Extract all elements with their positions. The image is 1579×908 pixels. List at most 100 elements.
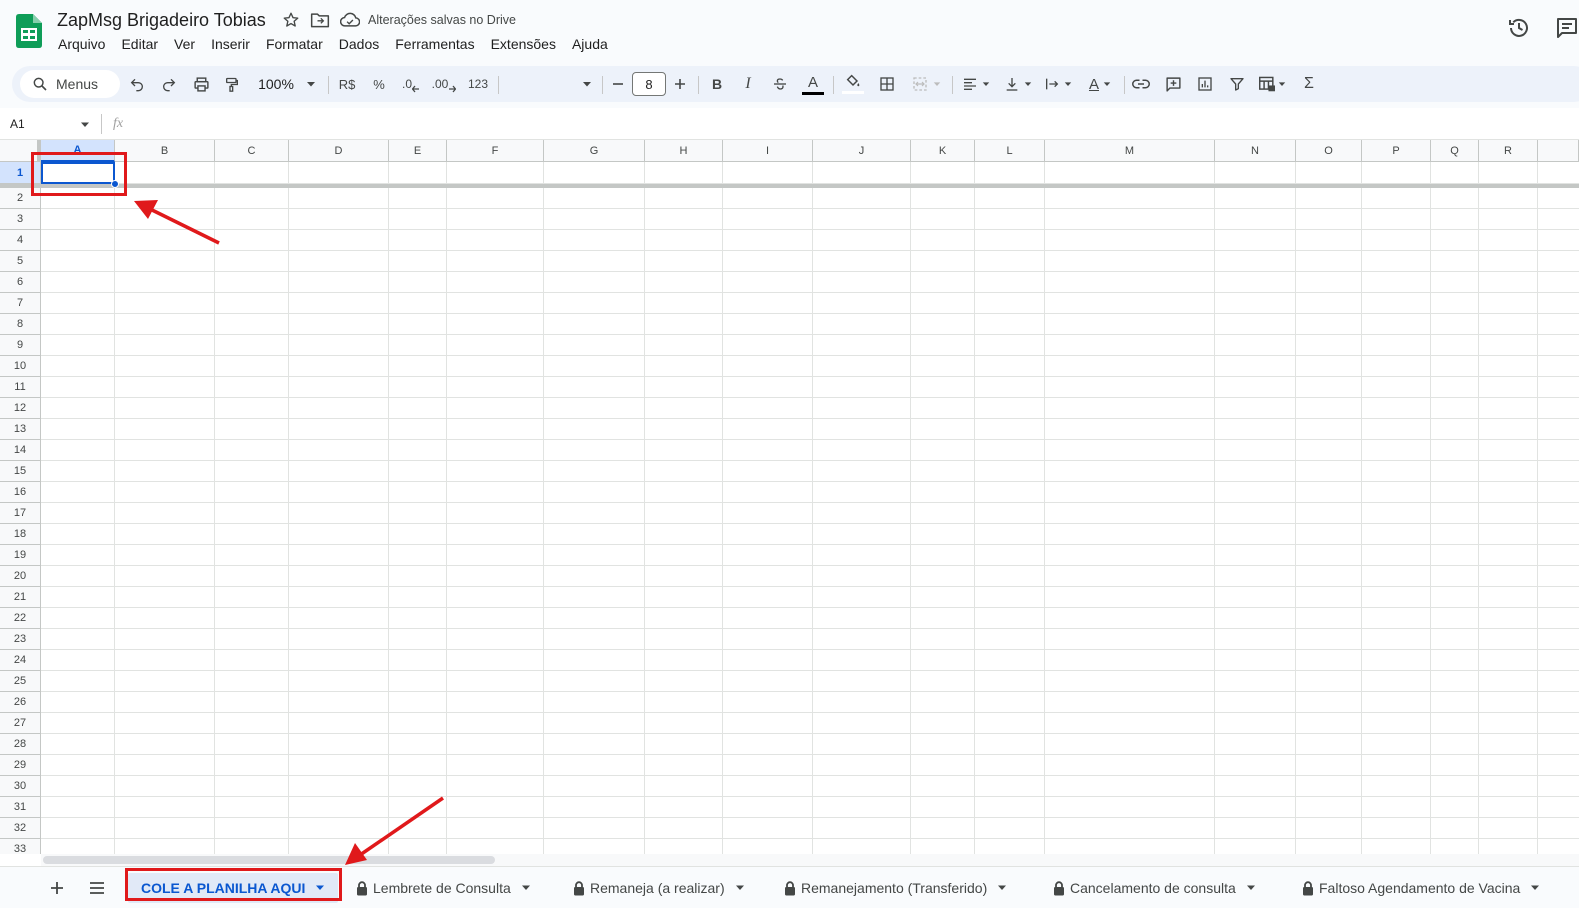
menu-item-inserir[interactable]: Inserir [203,36,258,52]
percent-format-button[interactable]: % [368,66,390,102]
row-header-18[interactable]: 18 [0,524,41,545]
insert-comment-button[interactable] [1162,66,1184,102]
column-header-m[interactable]: M [1045,140,1215,162]
move-folder-icon[interactable] [310,11,330,29]
frozen-row-divider[interactable] [0,184,1579,188]
column-header-q[interactable]: Q [1431,140,1479,162]
print-button[interactable] [190,66,212,102]
filter-views-button[interactable] [1254,66,1290,102]
row-header-31[interactable]: 31 [0,797,41,818]
spreadsheet-grid[interactable]: A B C D E F G H I J K L M N O P Q R 1 2 3 4 5 6 7 8 9 10 11 12 13 14 15 1… [0,140,1579,854]
column-header-l[interactable]: L [975,140,1045,162]
menu-item-extensoes[interactable]: Extensões [483,36,564,52]
redo-button[interactable] [158,66,180,102]
column-header-r[interactable]: R [1479,140,1538,162]
column-header-d[interactable]: D [289,140,389,162]
chevron-down-icon[interactable] [735,884,745,892]
sheets-logo-icon[interactable] [16,14,42,48]
row-header-26[interactable]: 26 [0,692,41,713]
sheet-tab-2[interactable]: Lembrete de Consulta [356,873,552,903]
row-header-16[interactable]: 16 [0,482,41,503]
all-sheets-button[interactable] [86,877,108,899]
row-header-19[interactable]: 19 [0,545,41,566]
decrease-decimal-button[interactable]: .0 [398,66,424,102]
row-header-21[interactable]: 21 [0,587,41,608]
row-header-24[interactable]: 24 [0,650,41,671]
document-title[interactable]: ZapMsg Brigadeiro Tobias [57,10,266,31]
fill-color-button[interactable] [841,66,865,102]
horizontal-scrollbar[interactable] [41,854,1579,866]
row-header-9[interactable]: 9 [0,335,41,356]
row-header-7[interactable]: 7 [0,293,41,314]
menu-item-ajuda[interactable]: Ajuda [564,36,616,52]
row-header-32[interactable]: 32 [0,818,41,839]
chevron-down-icon[interactable] [521,884,531,892]
menu-item-dados[interactable]: Dados [331,36,387,52]
menu-search[interactable]: Menus [20,70,120,98]
functions-button[interactable]: Σ [1298,66,1320,102]
decrease-font-size-button[interactable] [608,66,628,102]
column-header-e[interactable]: E [389,140,447,162]
row-header-12[interactable]: 12 [0,398,41,419]
row-header-14[interactable]: 14 [0,440,41,461]
row-header-6[interactable]: 6 [0,272,41,293]
chevron-down-icon[interactable] [80,121,90,129]
sheet-tab-3[interactable]: Remaneja (a realizar) [573,873,763,903]
menu-item-ver[interactable]: Ver [166,36,203,52]
currency-format-button[interactable]: R$ [334,66,360,102]
cloud-done-icon[interactable] [340,12,360,28]
increase-font-size-button[interactable] [670,66,690,102]
column-header-o[interactable]: O [1296,140,1362,162]
row-header-33[interactable]: 33 [0,839,41,854]
italic-button[interactable]: I [737,66,759,102]
row-header-27[interactable]: 27 [0,713,41,734]
more-formats-button[interactable]: 123 [464,66,492,102]
row-header-29[interactable]: 29 [0,755,41,776]
row-header-4[interactable]: 4 [0,230,41,251]
menu-item-arquivo[interactable]: Arquivo [50,36,113,52]
sheet-tab-5[interactable]: Cancelamento de consulta [1053,873,1279,903]
row-header-20[interactable]: 20 [0,566,41,587]
row-header-3[interactable]: 3 [0,209,41,230]
name-box[interactable]: A1 [10,117,25,131]
row-header-23[interactable]: 23 [0,629,41,650]
column-header-f[interactable]: F [447,140,544,162]
text-rotation-button[interactable]: A [1082,66,1118,102]
row-header-13[interactable]: 13 [0,419,41,440]
chevron-down-icon[interactable] [997,884,1007,892]
paint-format-button[interactable] [221,66,243,102]
font-family-select[interactable] [506,66,592,102]
menu-item-ferramentas[interactable]: Ferramentas [387,36,482,52]
vertical-align-button[interactable] [1000,66,1036,102]
text-color-button[interactable]: A [801,66,825,102]
column-header-h[interactable]: H [645,140,723,162]
column-header-c[interactable]: C [215,140,289,162]
merge-cells-button[interactable] [908,66,944,102]
increase-decimal-button[interactable]: .00 [430,66,458,102]
menu-item-editar[interactable]: Editar [113,36,166,52]
create-filter-button[interactable] [1226,66,1248,102]
row-header-22[interactable]: 22 [0,608,41,629]
row-header-11[interactable]: 11 [0,377,41,398]
column-header-k[interactable]: K [911,140,975,162]
column-header-b[interactable]: B [115,140,215,162]
undo-button[interactable] [126,66,148,102]
horizontal-align-button[interactable] [958,66,994,102]
star-icon[interactable] [282,11,300,29]
insert-link-button[interactable] [1130,66,1152,102]
row-header-8[interactable]: 8 [0,314,41,335]
add-sheet-button[interactable] [46,877,68,899]
column-header-g[interactable]: G [544,140,645,162]
strikethrough-button[interactable] [769,66,791,102]
column-header-i[interactable]: I [723,140,813,162]
column-header-n[interactable]: N [1215,140,1296,162]
horizontal-scrollbar-thumb[interactable] [43,856,495,864]
row-header-28[interactable]: 28 [0,734,41,755]
row-header-10[interactable]: 10 [0,356,41,377]
row-header-30[interactable]: 30 [0,776,41,797]
sheet-tab-4[interactable]: Remanejamento (Transferido) [784,873,1034,903]
insert-chart-button[interactable] [1194,66,1216,102]
column-header-p[interactable]: P [1362,140,1431,162]
bold-button[interactable]: B [706,66,728,102]
row-header-5[interactable]: 5 [0,251,41,272]
